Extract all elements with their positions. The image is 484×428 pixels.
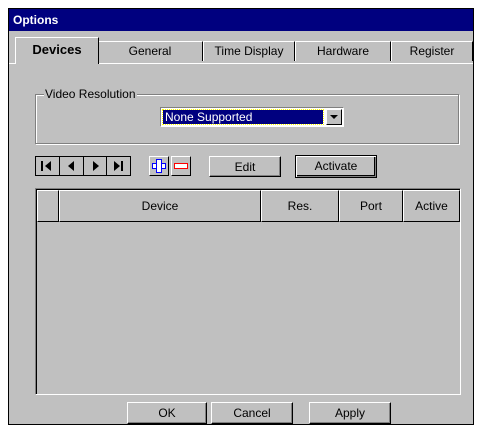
tab-general[interactable]: General <box>97 41 203 61</box>
add-device-button[interactable] <box>149 156 169 176</box>
device-table[interactable]: Device Res. Port Active <box>35 188 461 395</box>
tab-strip: General Time Display Hardware Register D… <box>9 33 473 67</box>
column-header-device[interactable]: Device <box>59 190 261 222</box>
tab-general-label: General <box>128 44 172 58</box>
apply-button-label: Apply <box>334 406 366 420</box>
last-record-button[interactable] <box>107 157 130 175</box>
column-header-device-label: Device <box>141 199 179 213</box>
column-header-active-label: Active <box>415 199 448 213</box>
ok-button[interactable]: OK <box>127 402 207 424</box>
record-navigator <box>35 156 131 176</box>
devices-panel: Video Resolution None Supported Edit Act… <box>9 63 473 401</box>
column-header-port-label: Port <box>359 199 382 213</box>
video-resolution-group: Video Resolution None Supported <box>35 87 459 144</box>
ok-button-label: OK <box>158 406 176 420</box>
tab-hardware[interactable]: Hardware <box>295 41 391 61</box>
row-selector-header[interactable] <box>37 190 59 222</box>
next-record-button[interactable] <box>83 157 108 175</box>
video-resolution-legend: Video Resolution <box>44 87 137 101</box>
device-table-header: Device Res. Port Active <box>37 190 460 222</box>
tab-devices-label: Devices <box>32 42 82 57</box>
tab-register-label: Register <box>409 44 455 58</box>
column-header-port[interactable]: Port <box>339 190 403 222</box>
cancel-button-label: Cancel <box>233 406 271 420</box>
dropdown-arrow-icon[interactable] <box>326 109 342 125</box>
column-header-active[interactable]: Active <box>403 190 460 222</box>
video-resolution-value: None Supported <box>162 109 324 125</box>
activate-button-label: Activate <box>314 159 358 173</box>
window-title: Options <box>13 13 59 27</box>
edit-button[interactable]: Edit <box>209 156 281 177</box>
column-header-res[interactable]: Res. <box>261 190 339 222</box>
video-resolution-select[interactable]: None Supported <box>160 107 344 127</box>
column-header-res-label: Res. <box>287 199 313 213</box>
title-bar[interactable]: Options <box>9 9 473 31</box>
remove-device-button[interactable] <box>171 156 191 176</box>
tab-hardware-label: Hardware <box>316 44 370 58</box>
edit-button-label: Edit <box>234 160 256 174</box>
tab-devices[interactable]: Devices <box>15 37 99 64</box>
minus-icon <box>174 163 188 169</box>
first-record-button[interactable] <box>36 157 60 175</box>
tab-register[interactable]: Register <box>391 41 473 61</box>
options-dialog: Options General Time Display Hardware Re… <box>8 8 474 425</box>
tab-time-display[interactable]: Time Display <box>203 41 295 61</box>
apply-button[interactable]: Apply <box>309 402 391 424</box>
tab-time-display-label: Time Display <box>214 44 284 58</box>
cancel-button[interactable]: Cancel <box>211 402 293 424</box>
activate-button[interactable]: Activate <box>295 155 377 178</box>
previous-record-button[interactable] <box>59 157 84 175</box>
